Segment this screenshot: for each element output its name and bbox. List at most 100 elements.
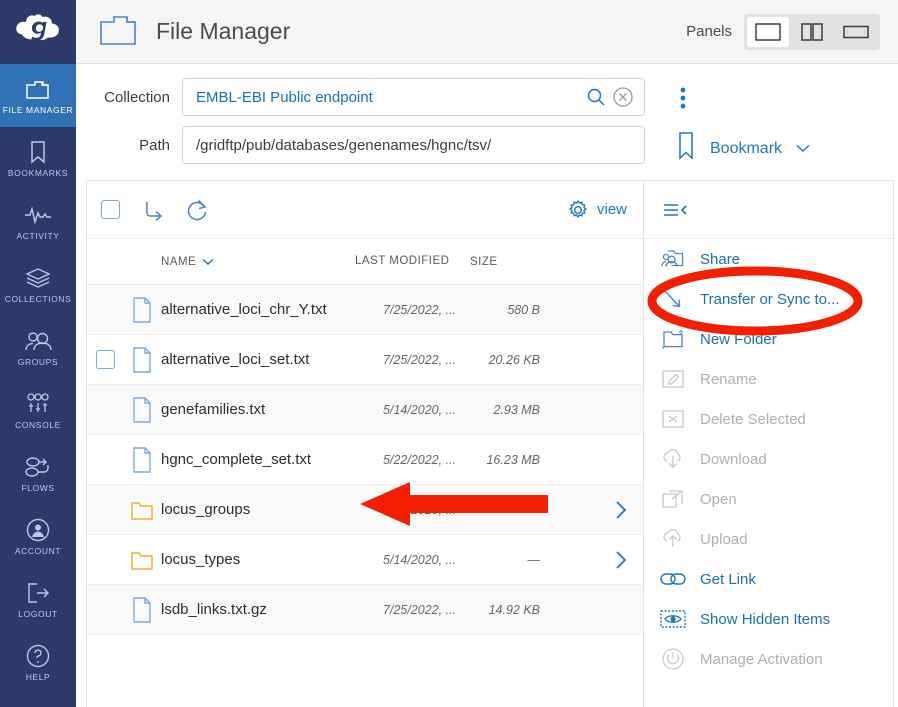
panel-option-single[interactable] [747,17,789,47]
table-row[interactable]: locus_groups 5/14/2020, ... — [87,485,643,535]
file-modified: 5/14/2020, ... [355,553,470,567]
sidebar-item-label: ACCOUNT [15,546,61,556]
sidebar-item-flows[interactable]: FLOWS [0,442,76,505]
column-header-name[interactable]: NAME [87,256,355,268]
table-row[interactable]: genefamilies.txt 5/14/2020, ... 2.93 MB [87,385,643,435]
action-label: Delete Selected [700,411,806,428]
action-transfer-or-sync[interactable]: Transfer or Sync to... [644,279,893,319]
rename-pencil-icon [660,368,686,390]
sidebar-item-activity[interactable]: ACTIVITY [0,190,76,253]
row-checkbox[interactable] [96,350,115,369]
select-all-checkbox[interactable] [101,200,143,219]
file-name: locus_groups [161,501,355,518]
chevron-down-icon [796,140,810,158]
action-delete-selected: Delete Selected [644,399,893,439]
globus-cloud-logo-icon [14,13,62,51]
clear-circle-icon[interactable] [612,86,634,108]
collection-input[interactable]: EMBL-EBI Public endpoint [182,78,645,116]
table-row[interactable]: lsdb_links.txt.gz 7/25/2022, ... 14.92 K… [87,585,643,635]
folder-icon [123,549,161,571]
file-modified: 5/22/2022, ... [355,453,470,467]
page-title-group: File Manager [98,11,290,53]
collection-row: Collection EMBL-EBI Public endpoint [86,78,646,116]
sidebar-item-collections[interactable]: COLLECTIONS [0,253,76,316]
sidebar-item-label: FLOWS [21,483,54,493]
action-get-link[interactable]: Get Link [644,559,893,599]
panels-label: Panels [686,23,732,40]
table-row[interactable]: hgnc_complete_set.txt 5/22/2022, ... 16.… [87,435,643,485]
panel-option-wide[interactable] [835,17,877,47]
file-manager-app: FILE MANAGER BOOKMARKS ACTIVITY [0,0,898,707]
row-chevron-cell[interactable] [540,550,643,570]
column-header-last-modified[interactable]: LAST MODIFIED [355,255,470,268]
checkbox-icon [101,200,120,219]
globus-logo[interactable] [0,0,76,64]
action-upload: Upload [644,519,893,559]
sidebar-item-account[interactable]: ACCOUNT [0,505,76,568]
sidebar-item-console[interactable]: CONSOLE [0,379,76,442]
sidebar-item-logout[interactable]: LOGOUT [0,568,76,631]
collapse-panel-button[interactable] [644,181,893,239]
file-toolbar: view [87,181,643,239]
layers-icon [25,265,51,291]
table-row[interactable]: alternative_loci_chr_Y.txt 7/25/2022, ..… [87,285,643,335]
activity-pulse-icon [24,202,52,228]
row-checkbox-cell[interactable] [87,350,123,369]
file-icon [123,397,161,423]
refresh-button[interactable] [185,198,227,222]
panel-option-two[interactable] [791,17,833,47]
transfer-icon [660,287,686,311]
refresh-icon [185,198,209,222]
file-icon [123,297,161,323]
sidebar-item-label: CONSOLE [15,420,61,430]
path-input[interactable]: /gridftp/pub/databases/genenames/hgnc/ts… [182,126,645,164]
row-chevron-cell[interactable] [540,500,643,520]
search-icon[interactable] [586,87,606,107]
open-external-icon [660,488,686,510]
form-side-actions: Bookmark [646,78,898,174]
file-size: — [470,503,540,517]
action-show-hidden-items[interactable]: Show Hidden Items [644,599,893,639]
action-label: New Folder [700,331,777,348]
table-row[interactable]: locus_types 5/14/2020, ... — [87,535,643,585]
collection-value: EMBL-EBI Public endpoint [196,89,580,106]
action-label: Show Hidden Items [700,611,830,628]
sidebar-item-help[interactable]: HELP [0,631,76,694]
sidebar-item-label: LOGOUT [18,609,58,619]
file-name: genefamilies.txt [161,401,355,418]
sidebar-item-bookmarks[interactable]: BOOKMARKS [0,127,76,190]
action-share[interactable]: Share [644,239,893,279]
table-row[interactable]: alternative_loci_set.txt 7/25/2022, ... … [87,335,643,385]
path-row: Path /gridftp/pub/databases/genenames/hg… [86,126,646,164]
question-circle-icon [26,643,50,669]
path-value: /gridftp/pub/databases/genenames/hgnc/ts… [196,137,634,154]
eye-icon [660,609,686,629]
sidebar-item-file-manager[interactable]: FILE MANAGER [0,64,76,127]
column-header-size[interactable]: SIZE [470,256,540,268]
bookmark-label: Bookmark [710,140,782,158]
logout-icon [26,580,50,606]
chevron-down-icon [202,258,214,266]
bookmark-icon [676,131,696,166]
people-icon [24,328,52,354]
wide-panel-icon [843,23,869,41]
collection-label: Collection [86,89,182,106]
action-new-folder[interactable]: New Folder [644,319,893,359]
view-settings-button[interactable]: view [567,199,627,221]
more-vertical-icon[interactable] [664,78,898,114]
file-icon [123,447,161,473]
single-panel-icon [755,23,781,41]
sidebar-item-groups[interactable]: GROUPS [0,316,76,379]
flows-icon [24,454,52,480]
delete-x-icon [660,408,686,430]
action-label: Rename [700,371,757,388]
action-open: Open [644,479,893,519]
bookmark-button[interactable]: Bookmark [664,131,898,166]
sidebar-item-label: BOOKMARKS [8,168,68,178]
file-size: 14.92 KB [470,603,540,617]
up-one-folder-button[interactable] [143,199,185,221]
path-label: Path [86,137,182,154]
up-folder-icon [143,199,165,221]
column-header-name-label: NAME [161,256,196,268]
file-size: 2.93 MB [470,403,540,417]
